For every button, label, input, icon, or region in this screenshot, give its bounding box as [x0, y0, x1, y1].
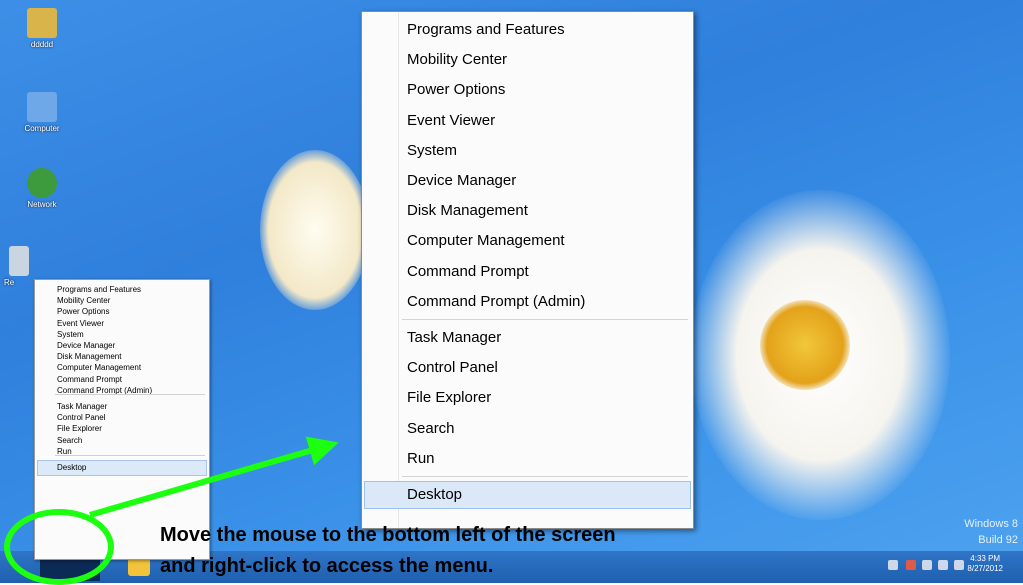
network-globe-icon	[27, 168, 57, 198]
menu-item-task-manager[interactable]: Task Manager	[407, 329, 501, 346]
menu-item-computer-management[interactable]: Computer Management	[57, 363, 141, 372]
menu-item-control-panel[interactable]: Control Panel	[407, 359, 498, 376]
menu-item-power-options[interactable]: Power Options	[407, 81, 505, 98]
menu-item-file-explorer[interactable]: File Explorer	[407, 389, 491, 406]
menu-item-mobility-center[interactable]: Mobility Center	[57, 296, 110, 305]
computer-icon	[27, 92, 57, 122]
annotation-caption-line1: Move the mouse to the bottom left of the…	[160, 524, 616, 546]
menu-item-disk-management[interactable]: Disk Management	[57, 352, 121, 361]
menu-item-event-viewer[interactable]: Event Viewer	[57, 319, 104, 328]
menu-gutter	[398, 12, 399, 528]
menu-item-mobility-center[interactable]: Mobility Center	[407, 51, 507, 68]
menu-item-programs-and-features[interactable]: Programs and Features	[57, 285, 141, 294]
menu-item-computer-management[interactable]: Computer Management	[407, 232, 565, 249]
desktop-icon-folder[interactable]: ddddd	[12, 8, 72, 49]
menu-item-command-prompt-admin[interactable]: Command Prompt (Admin)	[407, 293, 585, 310]
wallpaper-flower-center	[760, 300, 850, 390]
annotation-circle	[4, 509, 114, 585]
menu-item-power-options[interactable]: Power Options	[57, 307, 109, 316]
menu-item-device-manager[interactable]: Device Manager	[407, 172, 516, 189]
menu-separator	[402, 319, 688, 320]
desktop-icon-computer[interactable]: Computer	[12, 92, 72, 133]
desktop-icon-recycle-bin[interactable]: Re	[4, 246, 34, 287]
recycle-bin-icon	[9, 246, 29, 276]
menu-item-run[interactable]: Run	[407, 450, 435, 467]
flag-icon[interactable]	[906, 560, 916, 570]
menu-item-task-manager[interactable]: Task Manager	[57, 402, 107, 411]
file-explorer-icon[interactable]	[128, 558, 150, 576]
folder-icon	[27, 8, 57, 38]
menu-item-search[interactable]: Search	[57, 436, 82, 445]
wallpaper-flower	[260, 150, 370, 310]
menu-item-device-manager[interactable]: Device Manager	[57, 341, 115, 350]
annotation-caption-line2: and right-click to access the menu.	[160, 555, 494, 577]
menu-item-desktop[interactable]: Desktop	[407, 486, 462, 503]
menu-item-system[interactable]: System	[57, 330, 84, 339]
menu-item-control-panel[interactable]: Control Panel	[57, 413, 105, 422]
menu-separator	[55, 394, 205, 395]
menu-item-programs-and-features[interactable]: Programs and Features	[407, 21, 565, 38]
menu-item-command-prompt[interactable]: Command Prompt	[57, 375, 122, 384]
menu-separator	[55, 455, 205, 456]
desktop-icon-network[interactable]: Network	[12, 168, 72, 209]
menu-item-search[interactable]: Search	[407, 420, 455, 437]
menu-item-event-viewer[interactable]: Event Viewer	[407, 112, 495, 129]
os-watermark: Windows 8 Build 92	[964, 518, 1018, 546]
menu-item-system[interactable]: System	[407, 142, 457, 159]
taskbar-clock[interactable]: 4:33 PM 8/27/2012	[967, 554, 1003, 574]
network-icon[interactable]	[922, 560, 932, 570]
menu-item-disk-management[interactable]: Disk Management	[407, 202, 528, 219]
power-user-menu: Programs and Features Mobility Center Powe…	[361, 11, 694, 529]
menu-separator	[402, 476, 688, 477]
menu-item-desktop[interactable]: Desktop	[57, 463, 86, 472]
menu-item-command-prompt[interactable]: Command Prompt	[407, 263, 529, 280]
battery-icon[interactable]	[938, 560, 948, 570]
tray-arrow-icon[interactable]	[888, 560, 898, 570]
volume-icon[interactable]	[954, 560, 964, 570]
menu-item-file-explorer[interactable]: File Explorer	[57, 424, 102, 433]
